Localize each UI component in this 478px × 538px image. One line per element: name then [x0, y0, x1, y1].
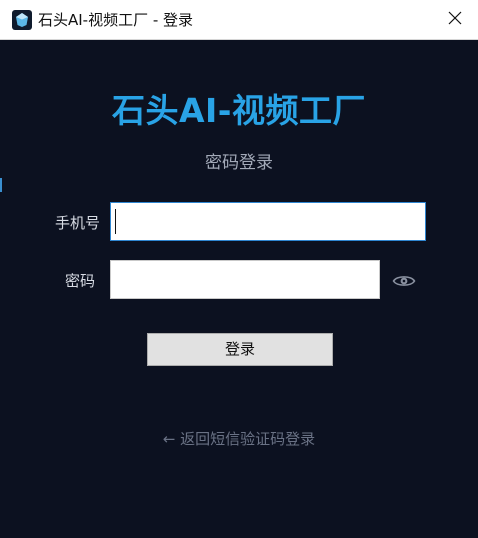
- eye-icon[interactable]: [392, 273, 416, 289]
- text-caret: [115, 209, 116, 234]
- phone-input[interactable]: [110, 202, 426, 241]
- phone-label: 手机号: [55, 214, 101, 232]
- edge-marker: [0, 178, 2, 192]
- login-window: 石头AI-视频工厂 - 登录 石头AI-视频工厂 密码登录 手机号 密码 登录 …: [0, 0, 478, 538]
- close-icon[interactable]: [448, 10, 462, 29]
- back-to-sms-login-link[interactable]: ← 返回短信验证码登录: [0, 428, 478, 449]
- window-title: 石头AI-视频工厂 - 登录: [38, 11, 194, 29]
- title-bar: 石头AI-视频工厂 - 登录: [0, 0, 478, 40]
- brand-title: 石头AI-视频工厂: [111, 91, 366, 130]
- app-logo-icon: [12, 10, 32, 30]
- password-input[interactable]: [110, 260, 380, 299]
- login-button[interactable]: 登录: [147, 333, 333, 366]
- login-mode-subtitle: 密码登录: [205, 153, 273, 173]
- password-label: 密码: [65, 272, 96, 290]
- close-button[interactable]: [432, 0, 478, 39]
